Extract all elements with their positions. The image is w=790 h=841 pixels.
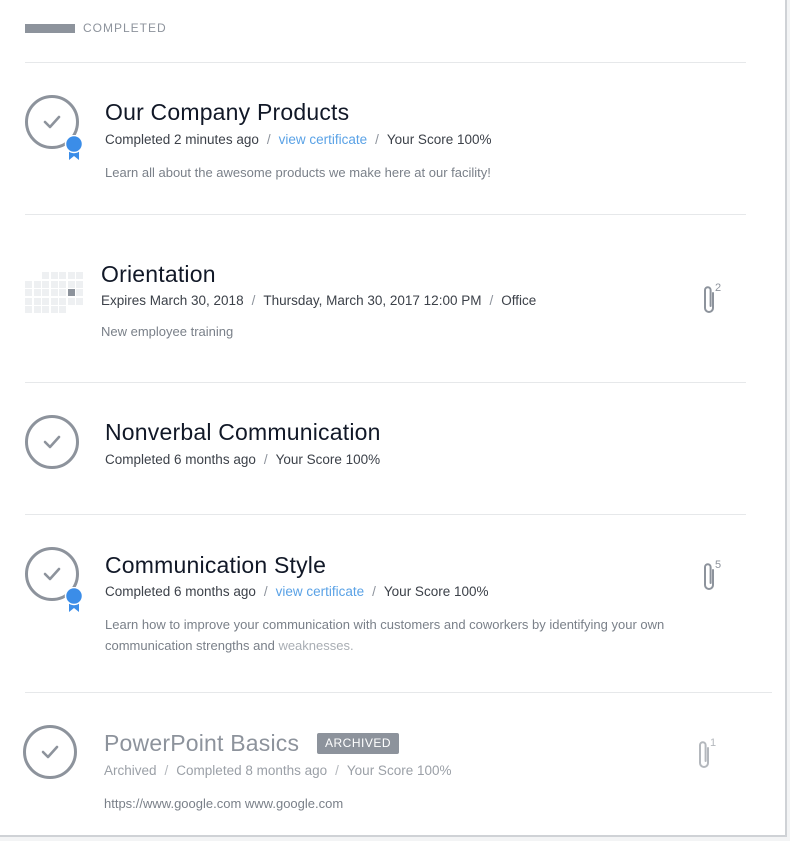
separator: / xyxy=(489,293,494,308)
course-description: Learn all about the awesome products we … xyxy=(105,165,491,180)
course-meta: Completed 6 months ago / Your Score 100% xyxy=(105,452,380,467)
description-text: Learn how to improve your communication … xyxy=(105,617,665,653)
divider xyxy=(25,514,746,515)
attachment-button[interactable]: 5 xyxy=(702,559,726,599)
attachment-count: 5 xyxy=(715,559,722,571)
divider xyxy=(25,382,746,383)
course-description: Learn how to improve your communication … xyxy=(105,614,680,656)
completion-status: Completed 8 months ago xyxy=(176,763,328,778)
divider xyxy=(25,692,772,693)
view-certificate-link[interactable]: view certificate xyxy=(279,132,368,147)
course-title[interactable]: Communication Style xyxy=(105,552,326,579)
ribbon-badge-icon xyxy=(64,135,84,160)
separator: / xyxy=(372,584,376,599)
description-faded-text: weaknesses. xyxy=(278,638,354,653)
separator: / xyxy=(164,763,169,778)
course-title[interactable]: Nonverbal Communication xyxy=(105,419,381,446)
separator: / xyxy=(375,132,379,147)
score: Your Score 100% xyxy=(383,584,489,599)
view-certificate-link[interactable]: view certificate xyxy=(276,584,365,599)
divider xyxy=(25,214,746,215)
course-meta: Completed 2 minutes ago / view certificate… xyxy=(105,132,491,147)
check-circle-icon xyxy=(25,415,79,469)
course-description: New employee training xyxy=(101,324,234,339)
completion-status: Completed 6 months ago xyxy=(105,584,256,599)
course-title[interactable]: Our Company Products xyxy=(105,99,349,126)
section-label: COMPLETED xyxy=(83,21,167,35)
event-location: Office xyxy=(501,293,537,308)
separator: / xyxy=(266,132,271,147)
calendar-icon xyxy=(25,272,83,313)
course-meta: Expires March 30, 2018 / Thursday, March 3… xyxy=(101,293,536,308)
attachment-button[interactable]: 1 xyxy=(697,737,721,777)
course-title[interactable]: Orientation xyxy=(101,261,216,288)
course-meta: Completed 6 months ago / view certificate /… xyxy=(105,584,488,599)
separator: / xyxy=(263,584,268,599)
score: Your Score 100% xyxy=(386,132,492,147)
archived-tag: ARCHIVED xyxy=(317,733,400,754)
separator: / xyxy=(263,452,268,467)
section-bar xyxy=(25,24,75,33)
score: Your Score 100% xyxy=(346,763,452,778)
attachment-button[interactable]: 2 xyxy=(702,282,726,322)
separator: / xyxy=(335,763,339,778)
divider xyxy=(25,62,746,63)
course-meta: Archived / Completed 8 months ago / Your Sco… xyxy=(104,763,451,778)
attachment-count: 1 xyxy=(710,737,717,749)
course-title[interactable]: PowerPoint Basics xyxy=(104,730,299,757)
attachment-count: 2 xyxy=(715,282,722,294)
score: Your Score 100% xyxy=(275,452,381,467)
course-list-panel: COMPLETED Our Company Products Completed… xyxy=(0,0,787,837)
ribbon-badge-icon xyxy=(64,587,84,612)
archived-status: Archived xyxy=(104,763,157,778)
expiration-date: Expires March 30, 2018 xyxy=(101,293,244,308)
check-circle-icon xyxy=(23,725,77,779)
separator: / xyxy=(251,293,256,308)
event-datetime: Thursday, March 30, 2017 12:00 PM xyxy=(263,293,482,308)
completion-status: Completed 2 minutes ago xyxy=(105,132,259,147)
completion-status: Completed 6 months ago xyxy=(105,452,256,467)
course-description: https://www.google.com www.google.com xyxy=(104,796,344,811)
